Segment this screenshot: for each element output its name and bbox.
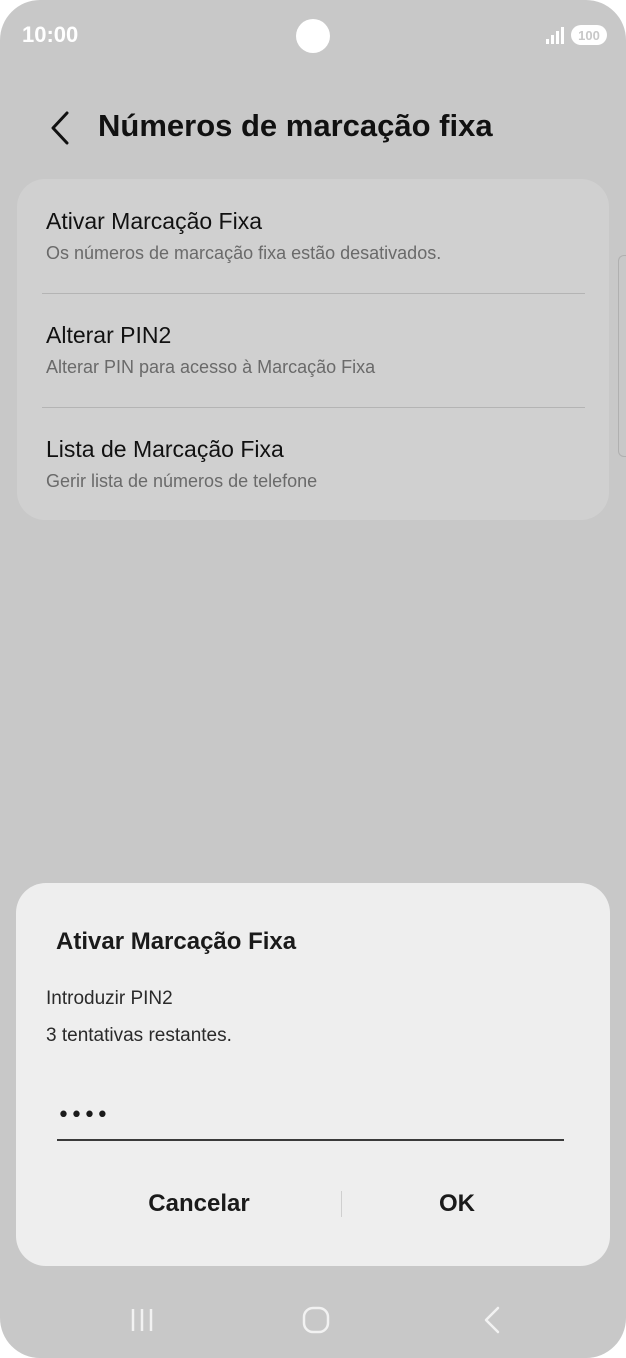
setting-subtitle: Os números de marcação fixa estão desati… bbox=[46, 243, 442, 263]
nav-back-button[interactable] bbox=[472, 1300, 512, 1340]
status-time: 10:00 bbox=[22, 22, 79, 47]
dialog-attempts: 3 tentativas restantes. bbox=[46, 1025, 232, 1046]
dialog-prompt: Introduzir PIN2 bbox=[46, 988, 173, 1009]
setting-subtitle: Alterar PIN para acesso à Marcação Fixa bbox=[46, 357, 376, 377]
dialog-title: Ativar Marcação Fixa bbox=[56, 928, 297, 955]
cancel-button[interactable]: Cancelar bbox=[76, 1179, 322, 1229]
setting-subtitle: Gerir lista de números de telefone bbox=[46, 471, 318, 491]
nav-recents-button[interactable] bbox=[122, 1300, 162, 1340]
setting-title: Alterar PIN2 bbox=[46, 322, 172, 348]
setting-title: Ativar Marcação Fixa bbox=[46, 208, 263, 234]
home-icon bbox=[302, 1306, 330, 1334]
pin2-input[interactable] bbox=[57, 1091, 564, 1141]
back-button[interactable] bbox=[40, 108, 80, 148]
divider bbox=[42, 293, 585, 294]
pin2-dialog: Ativar Marcação Fixa Introduzir PIN2 3 t… bbox=[16, 883, 610, 1266]
phone-screen: 10:00 100 Números de marcação fixa Ativa… bbox=[0, 0, 626, 1358]
settings-card: Ativar Marcação Fixa Os números de marca… bbox=[17, 179, 609, 520]
divider bbox=[42, 407, 585, 408]
back-icon bbox=[484, 1306, 500, 1334]
setting-title: Lista de Marcação Fixa bbox=[46, 436, 284, 462]
setting-enable-fdn[interactable]: Ativar Marcação Fixa Os números de marca… bbox=[46, 208, 586, 264]
nav-home-button[interactable] bbox=[296, 1300, 336, 1340]
signal-icon bbox=[546, 27, 564, 44]
setting-change-pin2[interactable]: Alterar PIN2 Alterar PIN para acesso à M… bbox=[46, 322, 586, 378]
scrollbar[interactable] bbox=[618, 255, 626, 457]
battery-level: 100 bbox=[578, 27, 600, 43]
chevron-left-icon bbox=[51, 111, 69, 145]
ok-button[interactable]: OK bbox=[342, 1179, 572, 1229]
recents-icon bbox=[131, 1309, 153, 1331]
front-camera bbox=[296, 19, 330, 53]
battery-icon: 100 bbox=[571, 25, 607, 45]
setting-fdn-list[interactable]: Lista de Marcação Fixa Gerir lista de nú… bbox=[46, 436, 586, 492]
page-title: Números de marcação fixa bbox=[98, 108, 493, 143]
